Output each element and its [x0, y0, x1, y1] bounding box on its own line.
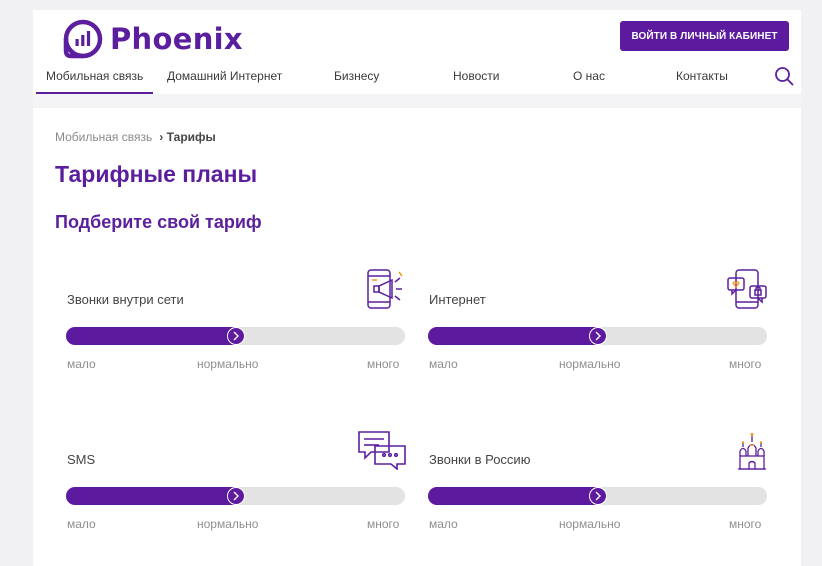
- main-nav: Мобильная связь Домашний Интернет Бизнес…: [33, 64, 801, 94]
- tariff-slider-fill: [428, 327, 598, 345]
- tariff-slider-fill: [66, 487, 236, 505]
- login-cabinet-button[interactable]: ВОЙТИ В ЛИЧНЫЙ КАБИНЕТ: [620, 21, 789, 51]
- main-content: Мобильная связь › Тарифы Тарифные планы П…: [33, 108, 801, 566]
- scale-high: много: [367, 517, 400, 531]
- scale-low: мало: [429, 357, 458, 371]
- tariff-slider[interactable]: [66, 327, 405, 345]
- tariff-label: Интернет: [429, 292, 486, 307]
- scale-high: много: [729, 517, 762, 531]
- tariff-calls-network: Звонки внутри сети мало нормально много: [66, 268, 406, 378]
- scale-mid: нормально: [559, 357, 621, 371]
- tariff-slider-knob[interactable]: [589, 487, 607, 505]
- search-icon[interactable]: [774, 66, 794, 86]
- tariff-slider[interactable]: [66, 487, 405, 505]
- nav-item-business[interactable]: Бизнесу: [334, 69, 379, 83]
- chat-bubbles-icon: [358, 431, 406, 470]
- chevron-right-icon: [595, 491, 601, 501]
- nav-item-mobile[interactable]: Мобильная связь: [36, 69, 154, 94]
- logo-text: Phoenix: [110, 22, 243, 56]
- header-divider: [33, 94, 801, 108]
- scale-high: много: [729, 357, 762, 371]
- phone-megaphone-icon: [367, 269, 403, 309]
- scale-mid: нормально: [197, 357, 259, 371]
- scale-mid: нормально: [197, 517, 259, 531]
- tariff-slider-fill: [66, 327, 236, 345]
- tariff-slider-knob[interactable]: [227, 487, 245, 505]
- nav-item-contacts[interactable]: Контакты: [676, 69, 728, 83]
- tariff-label: Звонки внутри сети: [67, 292, 184, 307]
- section-subtitle: Подберите свой тариф: [55, 212, 262, 232]
- tariff-sms: SMS мало нормально много: [66, 428, 406, 538]
- scale-high: много: [367, 357, 400, 371]
- tariff-slider[interactable]: [428, 487, 767, 505]
- breadcrumb: Мобильная связь › Тарифы: [55, 130, 216, 144]
- scale-low: мало: [67, 517, 96, 531]
- page-title: Тарифные планы: [55, 161, 258, 187]
- tariff-label: SMS: [67, 452, 96, 467]
- tariff-internet: Интернет мало нормально много: [428, 268, 768, 378]
- breadcrumb-separator: ›: [159, 130, 164, 144]
- tariff-slider-fill: [428, 487, 598, 505]
- nav-item-home-internet[interactable]: Домашний Интернет: [167, 69, 282, 83]
- kremlin-cathedral-icon: [738, 433, 766, 470]
- nav-item-news[interactable]: Новости: [453, 69, 499, 83]
- scale-low: мало: [67, 357, 96, 371]
- scale-low: мало: [429, 517, 458, 531]
- scale-mid: нормально: [559, 517, 621, 531]
- chevron-right-icon: [233, 491, 239, 501]
- phoenix-logo-icon: [63, 19, 103, 59]
- tariff-slider-knob[interactable]: [227, 327, 245, 345]
- tariff-label: Звонки в Россию: [429, 452, 531, 467]
- chevron-right-icon: [595, 331, 601, 341]
- breadcrumb-current: Тарифы: [166, 130, 216, 144]
- tariff-calls-russia: Звонки в Россию мало нормально много: [428, 428, 768, 538]
- site-header: Phoenix ВОЙТИ В ЛИЧНЫЙ КАБИНЕТ Мобильная…: [33, 10, 801, 94]
- phone-messages-icon: [727, 269, 767, 309]
- tariff-slider-knob[interactable]: [589, 327, 607, 345]
- chevron-right-icon: [233, 331, 239, 341]
- breadcrumb-link-mobile[interactable]: Мобильная связь: [55, 130, 152, 144]
- tariff-slider[interactable]: [428, 327, 767, 345]
- nav-item-about[interactable]: О нас: [573, 69, 605, 83]
- logo[interactable]: Phoenix: [63, 19, 243, 59]
